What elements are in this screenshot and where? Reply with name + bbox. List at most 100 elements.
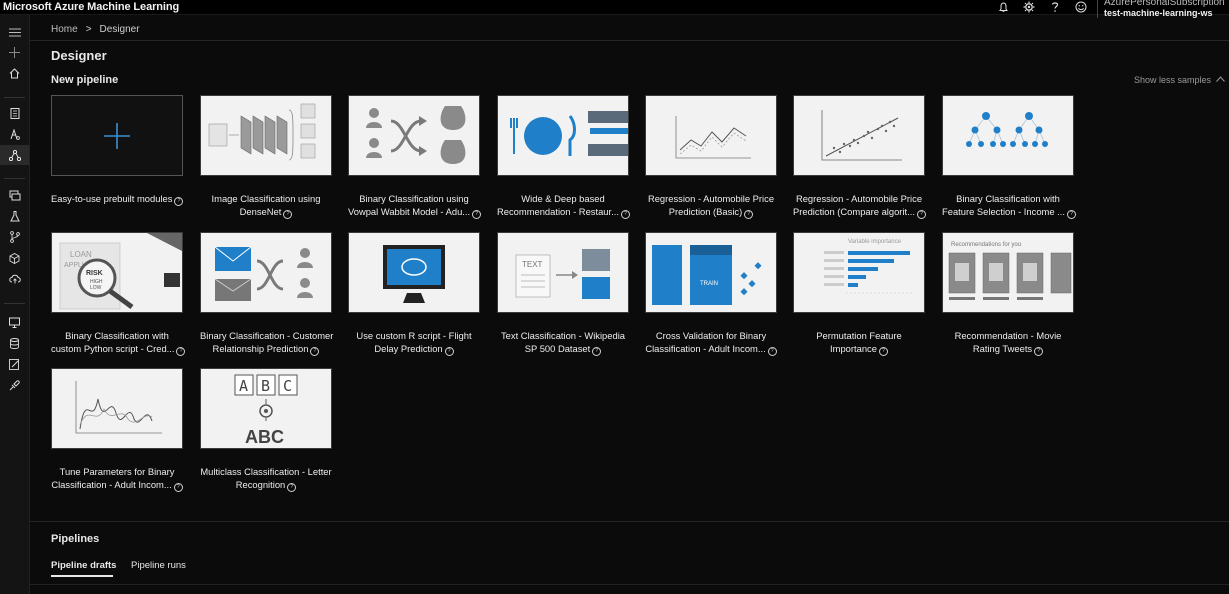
pipeline-card-customer-relationship[interactable]: Binary Classification - Customer Relation… (200, 232, 333, 356)
svg-text:Recommendations for you: Recommendations for you (951, 242, 1021, 248)
pipeline-card-image-classification-densenet[interactable]: Image Classification using DenseNet? (200, 95, 332, 219)
help-icon[interactable]: ? (287, 483, 297, 492)
help-icon[interactable]: ? (444, 347, 454, 356)
experiments-icon[interactable] (0, 206, 29, 226)
automl-icon[interactable] (0, 124, 29, 144)
svg-text:A: A (239, 377, 248, 395)
loan-magnifier-illustration: LOAN APPLI RISK HIGH LOW (59, 233, 182, 310)
help-icon[interactable]: ? (592, 347, 602, 356)
card-title: Permutation Feature Importance? (816, 330, 902, 356)
restaurant-illustration (510, 111, 628, 156)
help-icon[interactable]: ? (1034, 347, 1044, 356)
pipeline-card-text-classification[interactable]: TEXT Text Classification - Wikipedia SP 5… (497, 232, 629, 356)
help-icon[interactable] (1042, 0, 1068, 14)
pipeline-card-feature-selection[interactable]: Binary Classification with Feature Select… (942, 95, 1076, 219)
plus-icon[interactable] (0, 42, 29, 62)
text-classification-illustration: TEXT (515, 249, 610, 299)
waveform-illustration (75, 381, 162, 434)
help-icon[interactable]: ? (620, 210, 630, 219)
active-tab-indicator (51, 575, 113, 577)
top-bar: Microsoft Azure Machine Learning AzurePe… (0, 0, 1229, 18)
help-icon[interactable]: ? (176, 347, 186, 356)
card-title: Easy-to-use prebuilt modules? (51, 192, 184, 206)
card-title: Binary Classification with custom Python … (51, 329, 186, 356)
svg-text:C: C (283, 377, 292, 395)
pipeline-card-regression-compare[interactable]: Regression - Automobile Price Prediction … (793, 95, 926, 219)
tab-pipeline-drafts[interactable]: Pipeline drafts (51, 560, 116, 571)
card-title: Text Classification - Wikipedia SP 500 Da… (501, 330, 625, 356)
breadcrumb: Home > Designer (51, 24, 140, 35)
help-icon[interactable]: ? (174, 197, 184, 206)
gear-icon[interactable] (1016, 0, 1042, 14)
pipeline-card-letter-recognition[interactable]: A B C ABC Multiclass Classification - Le… (200, 368, 332, 492)
help-icon[interactable]: ? (744, 210, 754, 219)
card-thumbnail: Variable importance (793, 232, 925, 313)
pipelines-icon[interactable] (0, 227, 29, 247)
help-icon[interactable]: ? (916, 210, 926, 219)
pipeline-card-cross-validation[interactable]: TRAIN Cross Validation for Binary Classif… (645, 232, 777, 356)
cross-validation-illustration: TRAIN (652, 245, 762, 305)
models-icon[interactable] (0, 248, 29, 268)
labeling-icon[interactable] (0, 354, 29, 374)
compute-icon[interactable] (0, 312, 29, 332)
svg-text:RISK: RISK (86, 270, 103, 277)
breadcrumb-current: Designer (99, 24, 140, 35)
show-less-samples-button[interactable]: Show less samples (1134, 75, 1225, 85)
card-thumbnail (51, 95, 183, 176)
designer-icon[interactable] (0, 145, 29, 165)
datastores-icon[interactable] (0, 333, 29, 353)
breadcrumb-home[interactable]: Home (51, 24, 78, 35)
densenet-illustration (208, 103, 316, 161)
pipeline-card-wide-deep[interactable]: Wide & Deep based Recommendation - Restau… (497, 95, 630, 219)
account-info[interactable]: AzurePersonalSubscription test-machine-l… (1097, 0, 1225, 18)
bell-icon[interactable] (990, 0, 1016, 14)
email-shuffle-illustration (214, 246, 313, 301)
svg-text:ABC: ABC (245, 427, 284, 447)
svg-text:Variable importance: Variable importance (848, 239, 902, 245)
card-thumbnail (200, 232, 332, 313)
card-thumbnail (793, 95, 925, 176)
pipeline-card-custom-r[interactable]: Use custom R script - Flight Delay Predic… (348, 232, 480, 356)
svg-text:B: B (261, 377, 270, 395)
svg-text:LOAN: LOAN (70, 250, 92, 259)
card-title: Image Classification using DenseNet? (211, 193, 321, 219)
svg-text:TRAIN: TRAIN (700, 281, 718, 287)
smiley-icon[interactable] (1068, 0, 1094, 14)
subscription-name: AzurePersonalSubscription (1104, 0, 1225, 8)
home-icon[interactable] (0, 63, 29, 83)
help-icon[interactable]: ? (283, 210, 293, 219)
app-title[interactable]: Microsoft Azure Machine Learning (3, 0, 179, 14)
linked-services-icon[interactable] (0, 375, 29, 395)
card-title: Cross Validation for Binary Classificatio… (645, 329, 777, 356)
help-icon[interactable]: ? (472, 210, 482, 219)
pipeline-card-vowpal-wabbit[interactable]: Binary Classification using Vowpal Wabbit… (348, 95, 482, 219)
nav-divider (4, 303, 25, 304)
help-icon[interactable]: ? (1066, 210, 1076, 219)
help-icon[interactable]: ? (878, 347, 888, 356)
pipeline-card-prebuilt-modules[interactable]: Easy-to-use prebuilt modules? (51, 95, 184, 206)
help-icon[interactable]: ? (767, 347, 777, 356)
pipeline-card-tune-parameters[interactable]: Tune Parameters for Binary Classification… (51, 368, 183, 492)
svg-text:LOW: LOW (90, 285, 102, 291)
breadcrumb-separator-icon: > (85, 24, 92, 35)
notebook-icon[interactable] (0, 103, 29, 123)
pipeline-card-regression-basic[interactable]: Regression - Automobile Price Prediction … (645, 95, 777, 219)
scatter-illustration (821, 110, 902, 161)
help-icon[interactable]: ? (310, 347, 320, 356)
movie-posters-illustration: Recommendations for you (948, 242, 1072, 300)
section-divider (30, 521, 1229, 522)
tab-pipeline-runs[interactable]: Pipeline runs (131, 560, 186, 571)
header-divider (30, 40, 1229, 41)
card-thumbnail: TEXT (497, 232, 629, 313)
card-thumbnail: LOAN APPLI RISK HIGH LOW (51, 232, 183, 313)
card-thumbnail (51, 368, 183, 449)
endpoints-icon[interactable] (0, 269, 29, 289)
pipeline-card-permutation-feature-importance[interactable]: Variable importance Permutation Feature I… (793, 232, 925, 356)
monitor-r-illustration (383, 245, 445, 303)
card-thumbnail (348, 95, 480, 176)
hamburger-menu-icon[interactable] (0, 22, 29, 42)
datasets-icon[interactable] (0, 185, 29, 205)
pipeline-card-recommendation-movie[interactable]: Recommendations for you Recommendation -… (942, 232, 1074, 356)
pipeline-card-custom-python[interactable]: LOAN APPLI RISK HIGH LOW Binary Classifi… (51, 232, 186, 356)
help-icon[interactable]: ? (173, 483, 183, 492)
